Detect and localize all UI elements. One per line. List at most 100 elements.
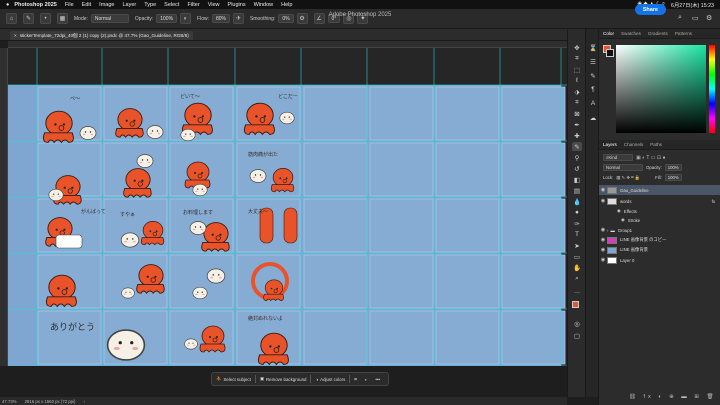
more-icon[interactable]: •••	[371, 377, 384, 382]
opacity-input[interactable]: 100%	[156, 14, 178, 23]
marquee-tool-icon[interactable]: ⬚	[572, 65, 582, 74]
canvas-area[interactable]: ぺ〜 どいて〜 どこだー 筋肉痛が出た がんばって すやぁ お料理します 大丈夫〜 ありがとう 絶…	[8, 48, 567, 366]
eye-icon[interactable]: ◉	[599, 247, 607, 253]
menu-plugins[interactable]: Plugins	[228, 2, 246, 8]
dodge-tool-icon[interactable]: ●	[572, 208, 582, 217]
layer-actions[interactable]: ⛓ fx ◐ ⊕ ▬ ⊞ 🗑	[629, 394, 716, 400]
eye-icon[interactable]: ◉	[599, 237, 607, 243]
crop-tool-icon[interactable]: ⌗	[572, 98, 582, 107]
rectangle-tool-icon[interactable]: ▭	[572, 252, 582, 261]
zoom-tool-icon[interactable]: ⌕	[572, 274, 582, 283]
color-bg-swatch[interactable]	[606, 49, 614, 57]
menu-edit[interactable]: Edit	[82, 2, 91, 8]
layer-row-line-bg-copy[interactable]: ◉ LINE 画像背景 のコピー	[599, 235, 720, 245]
menu-filter[interactable]: Filter	[187, 2, 199, 8]
gradient-tool-icon[interactable]: ▤	[572, 186, 582, 195]
eye-icon[interactable]: ◉	[599, 198, 607, 204]
blend-mode-select[interactable]: Normal	[603, 164, 643, 171]
zoom-level[interactable]: 47.73%	[2, 399, 17, 404]
pressure-opacity-icon[interactable]: ◐	[180, 13, 192, 24]
eye-icon[interactable]: ◉	[599, 257, 607, 263]
type-tool-icon[interactable]: T	[572, 230, 582, 239]
blur-tool-icon[interactable]: 💧	[572, 197, 582, 206]
menu-layer[interactable]: Layer	[122, 2, 136, 8]
layer-row-layer-0[interactable]: ◉ Layer 0	[599, 255, 720, 265]
menu-help[interactable]: Help	[281, 2, 292, 8]
menu-view[interactable]: View	[208, 2, 220, 8]
lock-icons[interactable]: ▦ ✎ ✥ ⌗ 🔒	[616, 175, 640, 181]
healing-brush-tool-icon[interactable]: ✚	[572, 131, 582, 140]
path-select-tool-icon[interactable]: ➤	[572, 241, 582, 250]
eraser-tool-icon[interactable]: ◧	[572, 175, 582, 184]
layer-opacity-input[interactable]: 100%	[664, 164, 682, 171]
brush-tool-icon[interactable]: ✎	[572, 142, 582, 151]
pressure-size-icon[interactable]: ◎	[343, 13, 355, 24]
tab-color[interactable]: Color	[603, 31, 614, 36]
tab-paths[interactable]: Paths	[650, 142, 662, 147]
adjust-colors-button[interactable]: ◑ Adjust colors	[311, 377, 349, 382]
apple-icon[interactable]: ●	[6, 2, 9, 8]
clone-stamp-tool-icon[interactable]: ⚲	[572, 153, 582, 162]
document-tab[interactable]: × stickerTemplate_72dpi_40個 2 (1) copy (…	[10, 31, 193, 40]
properties-panel-icon[interactable]: ☰	[588, 57, 598, 66]
brush-tool-icon[interactable]: ✎	[23, 13, 34, 24]
quick-mask-icon[interactable]: ◎	[572, 319, 582, 328]
artboard-tool-icon[interactable]: ⌗	[572, 54, 582, 63]
frame-tool-icon[interactable]: ⊠	[572, 109, 582, 118]
filter-icons[interactable]: ▣ ◐ T ▭ ⊡ ●	[636, 155, 666, 161]
tab-swatches[interactable]: Swatches	[621, 31, 641, 36]
mode-select[interactable]: Normal	[90, 14, 129, 23]
vertical-ruler[interactable]	[0, 48, 8, 366]
fx-icon[interactable]: fx	[712, 199, 715, 204]
eyedropper-tool-icon[interactable]: ✒	[572, 120, 582, 129]
layer-row-group1[interactable]: ◉ › ▬ Group1	[599, 225, 720, 235]
tab-gradients[interactable]: Gradients	[648, 31, 668, 36]
gear-icon[interactable]: ⚙	[706, 14, 712, 22]
tab-patterns[interactable]: Patterns	[675, 31, 692, 36]
chevron-right-icon[interactable]: ›	[607, 228, 608, 233]
libraries-panel-icon[interactable]: ☁	[588, 113, 598, 122]
character-panel-icon[interactable]: A	[588, 99, 598, 108]
horizontal-ruler[interactable]	[8, 41, 567, 48]
symmetry-icon[interactable]: ✦	[357, 13, 369, 24]
layer-row-gao-guideline[interactable]: ◉ Gao_Guideline	[599, 185, 720, 195]
menu-type[interactable]: Type	[144, 2, 156, 8]
remove-background-button[interactable]: ▣ Remove background	[256, 376, 311, 382]
crop-icon[interactable]: ⌗	[350, 377, 360, 382]
fill-input[interactable]: 100%	[664, 174, 682, 181]
menu-file[interactable]: File	[65, 2, 74, 8]
menu-select[interactable]: Select	[164, 2, 179, 8]
paragraph-panel-icon[interactable]: ¶	[588, 85, 598, 94]
home-icon[interactable]: ⌂	[6, 13, 17, 24]
history-panel-icon[interactable]: ⌛	[588, 43, 598, 52]
tab-channels[interactable]: Channels	[624, 142, 643, 147]
hue-slider[interactable]	[709, 45, 715, 133]
menu-image[interactable]: Image	[99, 2, 114, 8]
move-tool-icon[interactable]: ✥	[572, 43, 582, 52]
history-brush-tool-icon[interactable]: ↺	[572, 164, 582, 173]
workspace-icon[interactable]: ▭	[692, 14, 699, 22]
kind-filter[interactable]: ⌕ Kind	[603, 154, 633, 161]
airbrush-icon[interactable]: ✈	[233, 13, 245, 24]
eye-icon[interactable]: ◉	[599, 227, 607, 233]
tab-layers[interactable]: Layers	[603, 142, 617, 147]
smoothing-input[interactable]: 0%	[278, 14, 294, 23]
color-picker-field[interactable]	[616, 45, 706, 133]
flow-input[interactable]: 80%	[212, 14, 231, 23]
pen-tool-icon[interactable]: ✑	[572, 219, 582, 228]
object-select-tool-icon[interactable]: ⬗	[572, 87, 582, 96]
angle-input[interactable]: 0°	[327, 14, 341, 23]
eye-icon[interactable]: ◉	[599, 187, 607, 193]
screen-mode-icon[interactable]: ▢	[572, 331, 582, 340]
brush-preset-icon[interactable]: •	[40, 13, 51, 24]
lasso-tool-icon[interactable]: ℓ	[572, 76, 582, 85]
foreground-color-swatch[interactable]	[572, 301, 579, 308]
more-tools-icon[interactable]: …	[572, 287, 582, 296]
menu-window[interactable]: Window	[254, 2, 274, 8]
app-menu[interactable]: Photoshop 2025	[14, 2, 56, 8]
chevron-right-icon[interactable]: ›	[83, 399, 84, 404]
layer-row-stroke[interactable]: ◉ Stroke	[599, 215, 720, 225]
layer-row-words[interactable]: ◉ words fx	[599, 196, 720, 206]
brush-settings-icon[interactable]: ▦	[57, 13, 68, 24]
smoothing-settings-icon[interactable]: ⚙	[296, 13, 308, 24]
